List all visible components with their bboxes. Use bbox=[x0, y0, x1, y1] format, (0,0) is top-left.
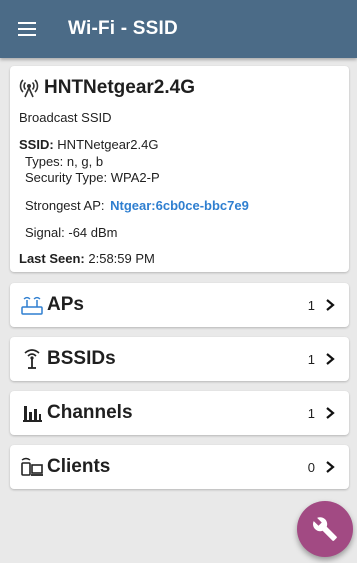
antenna-icon bbox=[19, 347, 45, 371]
ssid-name: HNTNetgear2.4G bbox=[44, 77, 195, 98]
wrench-icon bbox=[313, 517, 337, 541]
last-seen-value: 2:58:59 PM bbox=[88, 251, 155, 266]
signal-line: Signal: -64 dBm bbox=[25, 225, 118, 240]
strongest-ap-line: Strongest AP: Ntgear:6cb0ce-bbc7e9 bbox=[25, 198, 249, 213]
ssid-header: HNTNetgear2.4G bbox=[19, 77, 195, 99]
channels-count: 1 bbox=[307, 405, 315, 421]
security-value: WPA2-P bbox=[110, 170, 160, 185]
clients-icon bbox=[19, 455, 45, 479]
types-value: n, g, b bbox=[66, 154, 104, 169]
types-label: Types: bbox=[25, 154, 64, 169]
broadcast-icon bbox=[19, 79, 39, 98]
ssid-summary-card: HNTNetgear2.4G Broadcast SSID SSID: HNTN… bbox=[10, 66, 349, 272]
channels-label: Channels bbox=[47, 402, 133, 423]
bssids-row[interactable]: BSSIDs 1 bbox=[10, 337, 349, 381]
chevron-right-icon bbox=[326, 353, 335, 365]
security-label: Security Type: bbox=[25, 170, 108, 185]
aps-count: 1 bbox=[307, 297, 315, 313]
app-bar: Wi-Fi - SSID bbox=[0, 0, 357, 58]
ssid-line: SSID: HNTNetgear2.4G bbox=[19, 137, 158, 152]
strongest-ap-label: Strongest AP: bbox=[25, 198, 105, 213]
ssid-subtitle: Broadcast SSID bbox=[19, 110, 112, 125]
strongest-ap-link[interactable]: Ntgear:6cb0ce-bbc7e9 bbox=[110, 198, 249, 213]
clients-label: Clients bbox=[47, 456, 111, 477]
types-line: Types: n, g, b bbox=[25, 154, 103, 169]
last-seen-line: Last Seen: 2:58:59 PM bbox=[19, 251, 155, 266]
bssids-count: 1 bbox=[307, 351, 315, 367]
chevron-right-icon bbox=[326, 299, 335, 311]
bar-chart-icon bbox=[19, 401, 45, 425]
menu-icon[interactable] bbox=[18, 19, 46, 39]
channels-row[interactable]: Channels 1 bbox=[10, 391, 349, 435]
tools-fab-button[interactable] bbox=[297, 501, 353, 557]
page-title: Wi-Fi - SSID bbox=[68, 18, 178, 39]
security-line: Security Type: WPA2-P bbox=[25, 170, 160, 185]
clients-row[interactable]: Clients 0 bbox=[10, 445, 349, 489]
clients-count: 0 bbox=[307, 459, 315, 475]
signal-label: Signal: bbox=[25, 225, 65, 240]
aps-row[interactable]: APs 1 bbox=[10, 283, 349, 327]
chevron-right-icon bbox=[326, 407, 335, 419]
chevron-right-icon bbox=[326, 461, 335, 473]
last-seen-label: Last Seen: bbox=[19, 251, 85, 266]
ssid-value: HNTNetgear2.4G bbox=[57, 137, 159, 152]
bssids-label: BSSIDs bbox=[47, 348, 116, 369]
access-point-icon bbox=[19, 293, 45, 317]
signal-value: -64 dBm bbox=[68, 225, 118, 240]
aps-label: APs bbox=[47, 294, 84, 315]
ssid-label: SSID: bbox=[19, 137, 54, 152]
